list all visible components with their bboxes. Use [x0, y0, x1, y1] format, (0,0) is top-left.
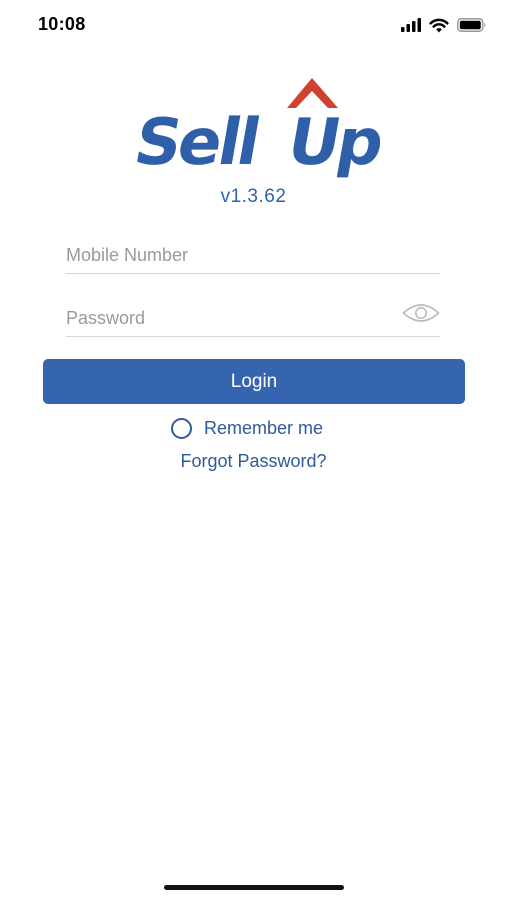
- eye-icon: [402, 304, 440, 322]
- status-time: 10:08: [38, 14, 86, 34]
- logo-sell: Sell: [129, 105, 263, 179]
- sell-up-logo: Sell Up: [129, 78, 380, 180]
- forgot-password-link[interactable]: Forgot Password?: [0, 451, 507, 472]
- wifi-icon: [429, 18, 449, 32]
- remember-me-radio[interactable]: [171, 417, 192, 439]
- mobile-number-field: [66, 239, 440, 274]
- battery-icon: [457, 18, 486, 32]
- status-bar: 10:08: [0, 0, 507, 50]
- logo-arrow-icon: [287, 78, 338, 108]
- mobile-number-input[interactable]: [66, 239, 386, 271]
- status-icons: [401, 15, 487, 35]
- show-password-button[interactable]: [402, 302, 440, 324]
- password-field: [66, 302, 440, 337]
- remember-me-toggle[interactable]: Remember me: [171, 415, 323, 441]
- home-indicator: [164, 885, 344, 890]
- logo-up: Up: [282, 105, 380, 179]
- svg-text:Sell: Sell: [129, 105, 263, 179]
- svg-text:Up: Up: [282, 105, 380, 179]
- password-input[interactable]: [66, 302, 386, 334]
- remember-me-label: Remember me: [204, 417, 324, 438]
- login-button[interactable]: Login: [43, 359, 465, 404]
- app-version: v1.3.62: [220, 186, 287, 207]
- cellular-signal-icon: [401, 18, 421, 32]
